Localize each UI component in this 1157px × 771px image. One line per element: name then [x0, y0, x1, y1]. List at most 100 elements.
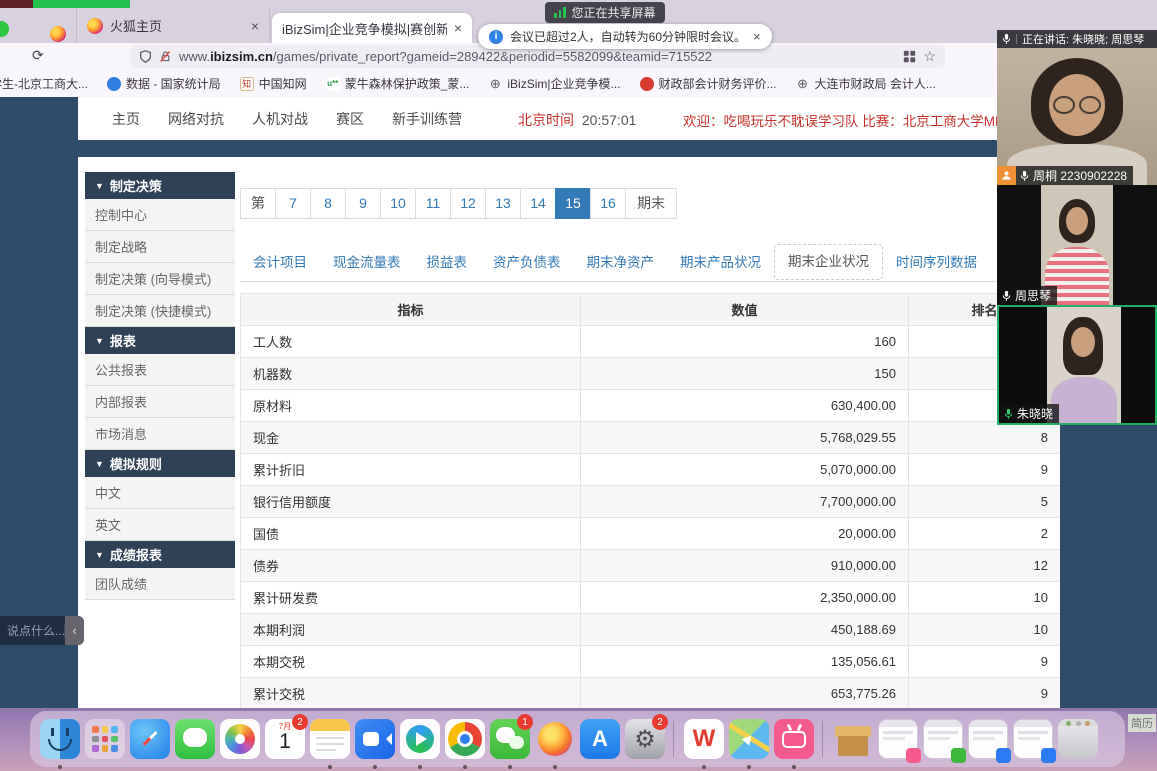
table-row: 机器数150 — [241, 358, 1061, 390]
sidebar-item-public-reports[interactable]: 公共报表 — [85, 354, 235, 386]
avatar — [1071, 327, 1095, 357]
dock-wechat[interactable]: 1 — [488, 717, 531, 761]
bookmark-item[interactable]: u**蒙牛森林保护政策_蒙... — [326, 75, 470, 92]
sidebar-item-control-center[interactable]: 控制中心 — [85, 199, 235, 231]
period-11[interactable]: 11 — [415, 188, 451, 219]
dock-system-settings[interactable]: ⚙2 — [623, 717, 666, 761]
tab-close-icon[interactable]: × — [454, 20, 462, 36]
bookmark-item[interactable]: 学生-北京工商大... — [0, 75, 88, 92]
dock-maps[interactable] — [727, 717, 770, 761]
period-16[interactable]: 16 — [590, 188, 626, 219]
participant-video-zhoutong[interactable]: 周桐 2230902228 — [997, 48, 1157, 185]
dock-minimized-window-wechat[interactable] — [921, 717, 964, 761]
dock-photos[interactable] — [218, 717, 261, 761]
screen-sharing-indicator: 您正在共享屏幕 — [545, 2, 665, 23]
desktop-wallpaper-strip: 7月12 1 A ⚙2 W — [0, 708, 1157, 771]
sidebar-item-market-news[interactable]: 市场消息 — [85, 418, 235, 450]
sidebar-item-decision-quick[interactable]: 制定决策 (快捷模式) — [85, 295, 235, 327]
tab-cash-flow[interactable]: 现金流量表 — [320, 245, 414, 281]
toast-close-icon[interactable]: × — [753, 29, 761, 44]
dock-tencent-video[interactable] — [398, 717, 441, 761]
shield-icon[interactable] — [139, 50, 152, 63]
period-15-selected[interactable]: 15 — [555, 188, 591, 219]
sidebar-section-rules[interactable]: ▼模拟规则 — [85, 450, 235, 477]
period-13[interactable]: 13 — [485, 188, 521, 219]
tab-net-assets[interactable]: 期末净资产 — [574, 245, 668, 281]
nav-item-home[interactable]: 主页 — [112, 109, 140, 129]
bookmark-item[interactable]: ⊕iBizSim|企业竞争模... — [488, 75, 620, 92]
period-final[interactable]: 期末 — [625, 188, 677, 219]
nav-item-vs-ai[interactable]: 人机对战 — [252, 109, 308, 129]
table-row: 银行信用额度7,700,000.005 — [241, 486, 1061, 518]
dock-trash[interactable] — [1056, 717, 1099, 761]
sidebar-item-rules-en[interactable]: 英文 — [85, 509, 235, 541]
tab-close-icon[interactable]: × — [251, 18, 259, 34]
meeting-video-panel: 正在讲话: 朱晓晓; 周思琴 周桐 2230902228 — [997, 30, 1157, 425]
traffic-light-green[interactable] — [0, 21, 9, 37]
sidebar-item-strategy[interactable]: 制定战略 — [85, 231, 235, 263]
nav-item-network-match[interactable]: 网络对抗 — [168, 109, 224, 129]
firefox-pinned-tab-icon[interactable] — [50, 26, 66, 42]
nav-item-zone[interactable]: 赛区 — [336, 109, 364, 129]
bookmark-item[interactable]: 知中国知网 — [240, 75, 307, 92]
tab-accounting-items[interactable]: 会计项目 — [240, 245, 320, 281]
table-row: 累计折旧5,070,000.009 — [241, 454, 1061, 486]
dock-notes[interactable] — [308, 717, 351, 761]
dock-messages[interactable] — [173, 717, 216, 761]
dock-minimized-window-bilibili[interactable] — [876, 717, 919, 761]
qr-grid-icon[interactable] — [903, 50, 916, 63]
dock-bilibili[interactable] — [772, 717, 815, 761]
dock-launchpad[interactable] — [83, 717, 126, 761]
period-7[interactable]: 7 — [275, 188, 311, 219]
mic-icon — [1002, 290, 1011, 302]
url-text[interactable]: www.ibizsim.cn/games/private_report?game… — [179, 49, 896, 64]
firefox-favicon — [87, 18, 103, 34]
dock-wps-office[interactable]: W — [682, 717, 725, 761]
dock-firefox[interactable] — [533, 717, 576, 761]
sidebar-item-decision-wizard[interactable]: 制定决策 (向导模式) — [85, 263, 235, 295]
running-dot — [747, 765, 751, 769]
dock-chrome[interactable] — [443, 717, 486, 761]
tab-income-statement[interactable]: 损益表 — [414, 245, 481, 281]
sidebar-section-decisions[interactable]: ▼制定决策 — [85, 172, 235, 199]
dock-app-store[interactable]: A — [578, 717, 621, 761]
insecure-lock-icon[interactable] — [159, 50, 172, 63]
period-9[interactable]: 9 — [345, 188, 381, 219]
dock-package-installer[interactable] — [831, 717, 874, 761]
period-14[interactable]: 14 — [520, 188, 556, 219]
dock-finder[interactable] — [38, 717, 81, 761]
table-row: 工人数160 — [241, 326, 1061, 358]
period-8[interactable]: 8 — [310, 188, 346, 219]
tab-product-status[interactable]: 期末产品状况 — [667, 245, 774, 281]
tab-balance-sheet[interactable]: 资产负债表 — [480, 245, 574, 281]
nav-item-training[interactable]: 新手训练营 — [392, 109, 462, 129]
participant-video-zhousiqin[interactable]: 周思琴 — [997, 185, 1157, 305]
bookmark-item[interactable]: 财政部会计财务评价... — [640, 75, 777, 92]
running-dot — [418, 765, 422, 769]
dock-calendar[interactable]: 7月12 — [263, 717, 306, 761]
tab-enterprise-status-active[interactable]: 期末企业状况 — [774, 244, 883, 280]
dock-tencent-meeting[interactable] — [353, 717, 396, 761]
period-10[interactable]: 10 — [380, 188, 416, 219]
speaking-text: 正在讲话: 朱晓晓; 周思琴 — [1022, 31, 1144, 47]
participant-video-zhuxiaoxiao-speaking[interactable]: 朱晓晓 — [997, 305, 1157, 425]
period-12[interactable]: 12 — [450, 188, 486, 219]
dock-minimized-window-meeting-1[interactable] — [966, 717, 1009, 761]
sidebar-item-rules-cn[interactable]: 中文 — [85, 477, 235, 509]
sidebar-item-internal-reports[interactable]: 内部报表 — [85, 386, 235, 418]
bookmark-item[interactable]: 数据 - 国家统计局 — [107, 75, 221, 92]
sidebar-item-team-score[interactable]: 团队成绩 — [85, 568, 235, 600]
collapse-chevron-button[interactable]: ‹ — [65, 616, 84, 645]
browser-tab-active[interactable]: iBizSim|企业竞争模拟|赛创新港 × — [272, 13, 472, 43]
sidebar-section-reports[interactable]: ▼报表 — [85, 327, 235, 354]
browser-tab-home[interactable]: 火狐主页 × — [76, 8, 270, 43]
bookmark-star-icon[interactable]: ☆ — [923, 48, 936, 65]
reload-icon[interactable]: ⟳ — [32, 47, 44, 64]
screen-share-border — [33, 0, 130, 8]
tab-time-series[interactable]: 时间序列数据 — [883, 245, 990, 281]
dock-minimized-window-meeting-2[interactable] — [1011, 717, 1054, 761]
dock-safari[interactable] — [128, 717, 171, 761]
sidebar-section-scores[interactable]: ▼成绩报表 — [85, 541, 235, 568]
chat-input[interactable]: 说点什么... — [0, 622, 64, 639]
bookmark-item[interactable]: ⊕大连市财政局 会计人... — [796, 75, 936, 92]
